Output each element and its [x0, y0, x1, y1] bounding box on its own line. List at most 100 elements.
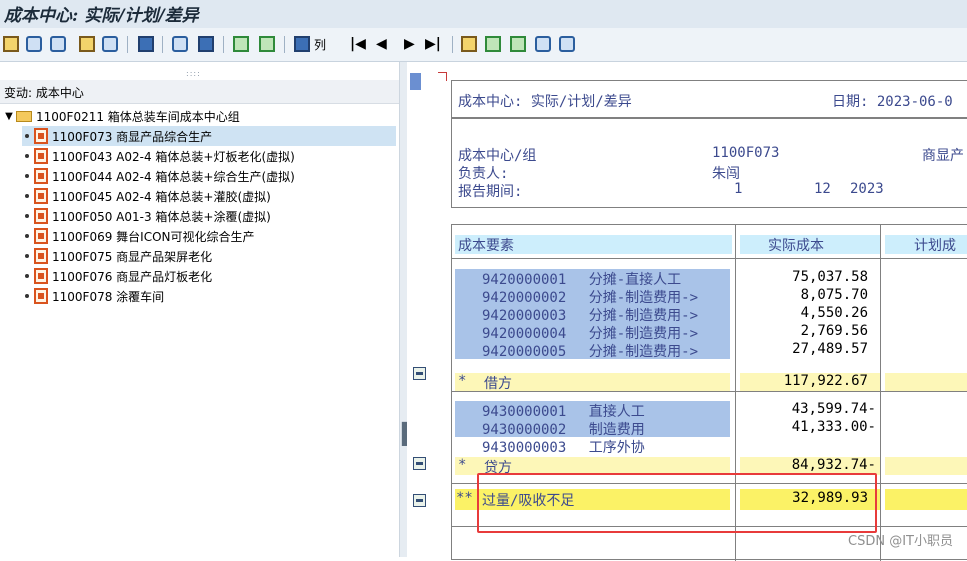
- window-title: 成本中心: 实际/计划/差异: [4, 6, 199, 26]
- tree-item[interactable]: 1100F078 涂覆车间: [22, 286, 164, 306]
- subtotal-marker: *: [458, 457, 467, 473]
- next-page-button[interactable]: ▶: [404, 35, 415, 53]
- table-row[interactable]: 9430000003 工序外协: [482, 437, 645, 457]
- cost-center-icon: [34, 248, 48, 264]
- cost-element-name: 分摊-制造费用->: [588, 326, 699, 342]
- cost-center-icon: [34, 268, 48, 284]
- tree-item[interactable]: 1100F069 舞台ICON可视化综合生产: [22, 226, 255, 246]
- table-row[interactable]: 9430000002 制造费用: [482, 419, 645, 439]
- table-row[interactable]: 9420000001 分摊-直接人工: [482, 269, 681, 289]
- tree-item[interactable]: 1100F044 A02-4 箱体总装+综合生产(虚拟): [22, 166, 295, 186]
- tree-item[interactable]: 1100F043 A02-4 箱体总装+灯板老化(虚拟): [22, 146, 295, 166]
- cost-center-icon: [34, 188, 48, 204]
- sort-asc-icon[interactable]: [233, 35, 249, 53]
- chevron-down-icon[interactable]: ▼: [4, 111, 14, 122]
- period-year: 2023: [850, 181, 884, 197]
- cost-center-icon: [34, 168, 48, 184]
- actual-value: 75,037.58: [792, 269, 868, 285]
- tree-item-label: 1100F076 商显产品灯板老化: [52, 269, 213, 284]
- period-to: 12: [814, 181, 831, 197]
- tree-item-label: 1100F078 涂覆车间: [52, 289, 165, 304]
- tree-item-label: 1100F043 A02-4 箱体总装+灯板老化(虚拟): [52, 149, 295, 164]
- tree-item[interactable]: 1100F073 商显产品综合生产: [22, 126, 396, 146]
- cost-center-icon: [34, 228, 48, 244]
- watermark: CSDN @IT小职员: [848, 534, 953, 549]
- credit-total-value: 84,932.74-: [791, 457, 876, 473]
- settings-icon[interactable]: [50, 35, 66, 53]
- export-icon[interactable]: [461, 35, 477, 53]
- debit-total-label: 借方: [484, 376, 512, 392]
- cost-element-name: 分摊-制造费用->: [588, 290, 699, 306]
- col-cost-element[interactable]: 成本要素: [458, 235, 514, 255]
- hierarchy-icon[interactable]: [3, 35, 19, 53]
- report-date: 日期: 2023-06-0: [832, 94, 953, 110]
- detail-icon[interactable]: [198, 35, 214, 53]
- owner-label: 负责人:: [458, 166, 509, 182]
- page-marker-icon: [410, 73, 421, 90]
- navigation-pane: :::: 变动: 成本中心 ▼ 1100F0211 箱体总装车间成本中心组 11…: [0, 62, 399, 557]
- cost-element-code: 9420000003: [482, 308, 567, 324]
- debit-total-value: 117,922.67: [783, 373, 868, 389]
- row-detail-icon[interactable]: [413, 457, 426, 470]
- col-actual-cost[interactable]: 实际成本: [768, 235, 824, 255]
- drill-icon[interactable]: [26, 35, 42, 53]
- table-row[interactable]: 9430000001 直接人工: [482, 401, 645, 421]
- row-detail-icon[interactable]: [413, 494, 426, 507]
- pane-grip[interactable]: ::::: [186, 69, 201, 78]
- cost-element-code: 9420000004: [482, 326, 567, 342]
- cost-center-icon: [34, 148, 48, 164]
- selection-corner-icon: [438, 72, 447, 81]
- report-header-box: 成本中心: 实际/计划/差异 日期: 2023-06-0: [451, 80, 967, 118]
- row-detail-icon[interactable]: [413, 367, 426, 380]
- splitter-grip[interactable]: ■ ■ ■ ■: [401, 421, 409, 447]
- tree-item-label: 1100F069 舞台ICON可视化综合生产: [52, 229, 255, 244]
- cost-element-code: 9430000003: [482, 440, 567, 456]
- select-icon[interactable]: [172, 35, 188, 53]
- cost-element-name: 分摊-制造费用->: [588, 308, 699, 324]
- actual-value: 27,489.57: [792, 341, 868, 357]
- compare-icon[interactable]: [535, 35, 551, 53]
- table-row[interactable]: 9420000004 分摊-制造费用->: [482, 323, 698, 343]
- prev-page-button[interactable]: ◀: [376, 35, 387, 53]
- table-row[interactable]: 9420000003 分摊-制造费用->: [482, 305, 698, 325]
- actual-value: 43,599.74-: [791, 401, 876, 417]
- period-label: 报告期间:: [458, 184, 523, 200]
- tree-item[interactable]: 1100F050 A01-3 箱体总装+涂覆(虚拟): [22, 206, 271, 226]
- cost-element-name: 制造费用: [588, 422, 645, 438]
- find-label[interactable]: 列: [314, 35, 326, 53]
- actual-value: 41,333.00-: [791, 419, 876, 435]
- col-plan-cost[interactable]: 计划成: [914, 235, 956, 255]
- actual-value: 2,769.56: [800, 323, 868, 339]
- subtotal-marker: *: [458, 373, 467, 389]
- cost-element-code: 9420000002: [482, 290, 567, 306]
- sort-desc-icon[interactable]: [259, 35, 275, 53]
- tree-root[interactable]: ▼ 1100F0211 箱体总装车间成本中心组: [4, 106, 240, 126]
- compare2-icon[interactable]: [559, 35, 575, 53]
- layout-icon[interactable]: [79, 35, 95, 53]
- change-label: 变动: 成本中心: [4, 86, 84, 100]
- cost-element-name: 直接人工: [588, 404, 645, 420]
- change-header: 变动: 成本中心: [0, 80, 399, 104]
- tree-item[interactable]: 1100F076 商显产品灯板老化: [22, 266, 212, 286]
- filter-icon[interactable]: [138, 35, 154, 53]
- tree-item-label: 1100F050 A01-3 箱体总装+涂覆(虚拟): [52, 209, 271, 224]
- cost-element-name: 分摊-制造费用->: [588, 344, 699, 360]
- last-page-button[interactable]: ▶|: [425, 35, 441, 53]
- folder-icon: [16, 110, 32, 122]
- first-page-button[interactable]: |◀: [350, 35, 366, 53]
- cost-element-code: 9420000005: [482, 344, 567, 360]
- report-title: 成本中心: 实际/计划/差异: [458, 94, 632, 110]
- table-row[interactable]: 9420000002 分摊-制造费用->: [482, 287, 698, 307]
- tree-item[interactable]: 1100F045 A02-4 箱体总装+灌胶(虚拟): [22, 186, 271, 206]
- cost-element-code: 9430000001: [482, 404, 567, 420]
- tree-item[interactable]: 1100F075 商显产品架屏老化: [22, 246, 212, 266]
- info-icon[interactable]: [102, 35, 118, 53]
- cost-element-name: 分摊-直接人工: [588, 272, 682, 288]
- owner-value: 朱闯: [712, 166, 740, 182]
- graph-icon[interactable]: [485, 35, 501, 53]
- cost-element-code: 9420000001: [482, 272, 567, 288]
- table-row[interactable]: 9420000005 分摊-制造费用->: [482, 341, 698, 361]
- find-icon[interactable]: [294, 35, 310, 53]
- tree-item-label: 1100F045 A02-4 箱体总装+灌胶(虚拟): [52, 189, 271, 204]
- graph2-icon[interactable]: [510, 35, 526, 53]
